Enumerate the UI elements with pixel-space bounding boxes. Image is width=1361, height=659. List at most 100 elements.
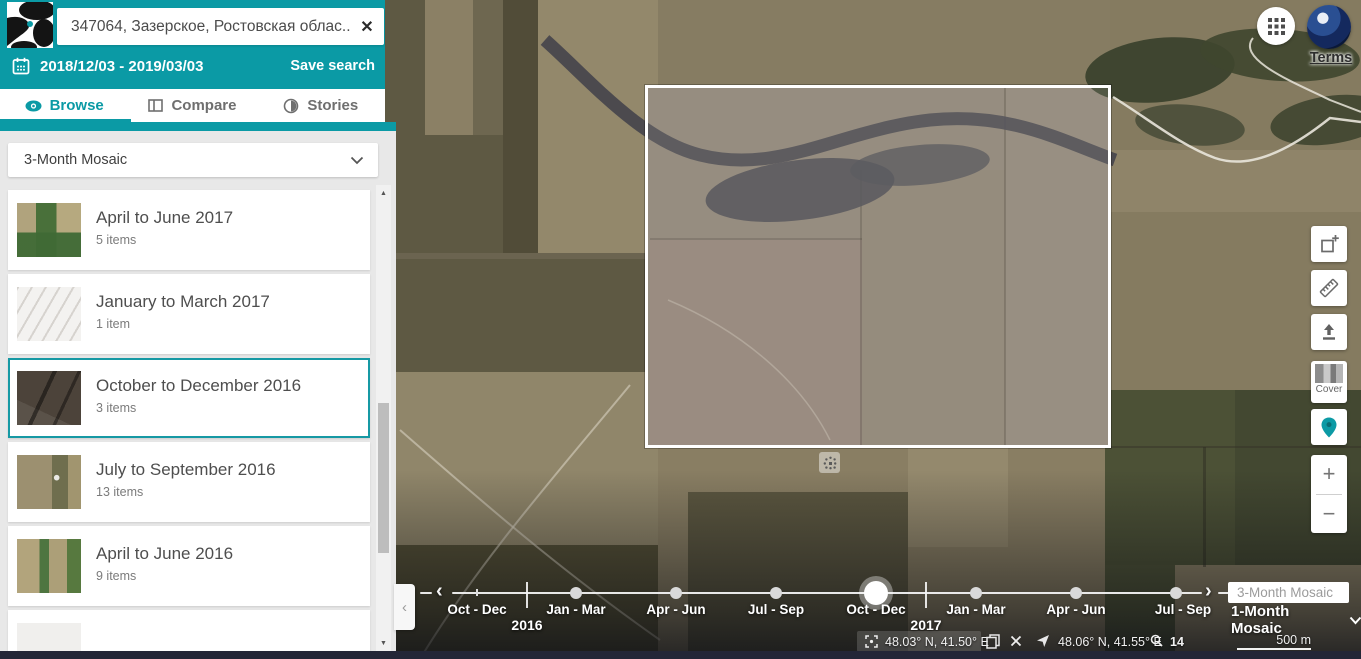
timeline-dot-jan-mar-2017[interactable]	[970, 587, 982, 599]
search-header: ✕ 2018/12/03 - 2019/03/03 Save search Br…	[0, 0, 385, 122]
grid-icon	[1267, 17, 1285, 35]
result-thumbnail	[17, 623, 81, 651]
chevron-down-icon	[1349, 616, 1361, 624]
timeline-label-selected: Oct - Dec	[846, 602, 906, 617]
cursor-location-icon	[1036, 634, 1050, 648]
timeline-label: Jul - Sep	[747, 602, 805, 617]
results-panel: 3-Month Mosaic April to June 2017 5 item…	[0, 131, 396, 651]
result-title: April to June 2016	[96, 544, 234, 563]
apps-grid-button[interactable]	[1257, 7, 1295, 45]
basemap-cover-label: Cover	[1315, 384, 1343, 395]
clear-search-icon[interactable]: ✕	[350, 17, 384, 37]
mosaic-type-select[interactable]: 3-Month Mosaic	[8, 143, 378, 177]
save-search-button[interactable]: Save search	[290, 58, 375, 74]
basemap-cover-button[interactable]: Cover	[1311, 361, 1347, 403]
mosaic-dropdown-trigger[interactable]: 1-Month Mosaic	[1231, 603, 1361, 637]
result-count: 13 items	[96, 485, 144, 499]
result-thumbnail	[17, 455, 81, 509]
timeline-label: Apr - Jun	[1046, 602, 1106, 617]
draw-aoi-button[interactable]	[1311, 226, 1347, 262]
scrollbar-thumb[interactable]	[378, 403, 389, 553]
result-item-jan-mar-2017[interactable]: January to March 2017 1 item	[8, 274, 370, 354]
aoi-loading-spinner-icon	[819, 452, 840, 473]
location-pin-button[interactable]	[1311, 409, 1347, 445]
timeline-label: Jul - Sep	[1154, 602, 1212, 617]
map-zoom-control: + −	[1311, 455, 1347, 533]
timeline-dot-jul-sep-2017[interactable]	[1170, 587, 1182, 599]
copy-coordinates-icon[interactable]	[986, 634, 1000, 649]
result-item-partial[interactable]	[8, 610, 370, 651]
result-item-apr-jun-2017[interactable]: April to June 2017 5 items	[8, 190, 370, 270]
stories-icon	[284, 98, 299, 113]
planet-logo[interactable]	[7, 2, 53, 48]
scale-bar	[1237, 648, 1311, 650]
result-item-jul-sep-2016[interactable]: July to September 2016 13 items	[8, 442, 370, 522]
timeline-label: Jan - Mar	[946, 602, 1006, 617]
timeline-dot-jul-sep-2016[interactable]	[770, 587, 782, 599]
timeline-dot-apr-jun-2017[interactable]	[1070, 587, 1082, 599]
timeline-label: Oct - Dec	[447, 602, 507, 617]
search-input[interactable]	[57, 17, 350, 36]
timeline-label: Apr - Jun	[646, 602, 706, 617]
timeline-dot-jan-mar-2016[interactable]	[570, 587, 582, 599]
result-count: 5 items	[96, 233, 137, 247]
basemap-thumbnail	[1315, 364, 1343, 383]
result-title: October to December 2016	[96, 376, 302, 395]
draw-aoi-icon	[1320, 234, 1339, 252]
timeline-year: 2016	[511, 617, 543, 633]
scroll-up-icon[interactable]: ▲	[376, 185, 391, 201]
ruler-icon	[1319, 278, 1339, 298]
calendar-icon[interactable]	[12, 57, 30, 75]
tab-browse[interactable]: Browse	[0, 89, 128, 122]
timeline-dot-apr-jun-2016[interactable]	[670, 587, 682, 599]
measure-button[interactable]	[1311, 270, 1347, 306]
planet-explorer-app: ‹ › Oct - Dec Jan - Mar Apr - Jun Jul - …	[0, 0, 1361, 659]
zoom-level-value: 14	[1170, 635, 1184, 649]
search-box: ✕	[57, 8, 384, 45]
scroll-down-icon[interactable]: ▼	[376, 635, 391, 651]
timeline-year-divider	[526, 582, 528, 608]
result-count: 1 item	[96, 317, 131, 331]
timeline-year-divider	[925, 582, 927, 608]
chevron-down-icon	[350, 156, 364, 164]
result-item-apr-jun-2016[interactable]: April to June 2016 9 items	[8, 526, 370, 606]
result-thumbnail	[17, 203, 81, 257]
timeline-tick-mark	[476, 589, 478, 596]
zoom-divider	[1316, 493, 1342, 495]
cursor-coordinates: 48.06° N, 41.55° E	[1058, 635, 1162, 649]
timeline-prev-icon[interactable]: ‹	[436, 581, 443, 601]
date-range-value[interactable]: 2018/12/03 - 2019/03/03	[40, 58, 203, 75]
compare-icon	[148, 99, 164, 112]
zoom-out-button[interactable]: −	[1311, 499, 1347, 529]
result-thumbnail	[17, 287, 81, 341]
tab-stories[interactable]: Stories	[257, 89, 385, 122]
result-title: April to June 2017	[96, 208, 234, 227]
mosaic-selected-label: 1-Month Mosaic	[1231, 603, 1290, 637]
mosaic-dropdown-option[interactable]: 3-Month Mosaic	[1228, 582, 1349, 603]
result-count: 3 items	[96, 401, 137, 415]
terms-link[interactable]: Terms	[1308, 50, 1354, 66]
eye-icon	[25, 100, 42, 111]
upload-icon	[1323, 324, 1335, 340]
center-coordinates-box: 48.03° N, 41.50° E	[857, 631, 989, 652]
collapse-panel-button[interactable]: ‹	[394, 584, 415, 630]
result-thumbnail	[17, 371, 81, 425]
header-accent-strip	[0, 122, 396, 131]
close-coordinates-icon[interactable]	[1010, 635, 1022, 647]
result-item-oct-dec-2016-selected[interactable]: October to December 2016 3 items	[8, 358, 370, 438]
result-title: July to September 2016	[96, 460, 276, 479]
timeline-next-icon[interactable]: ›	[1205, 581, 1212, 601]
window-bottom-strip	[0, 651, 1361, 659]
results-scrollbar: ▲ ▼	[376, 185, 391, 651]
user-avatar[interactable]	[1307, 5, 1351, 49]
panel-tabs: Browse Compare Stories	[0, 89, 385, 122]
upload-button[interactable]	[1311, 314, 1347, 350]
center-crosshair-icon	[865, 635, 878, 648]
tab-compare[interactable]: Compare	[128, 89, 256, 122]
result-count: 9 items	[96, 569, 137, 583]
map-pin-icon	[1321, 417, 1337, 437]
zoom-level-icon	[1150, 634, 1163, 647]
date-filter-row: 2018/12/03 - 2019/03/03 Save search	[0, 54, 385, 78]
zoom-in-button[interactable]: +	[1311, 459, 1347, 489]
center-coordinates: 48.03° N, 41.50° E	[885, 634, 989, 649]
